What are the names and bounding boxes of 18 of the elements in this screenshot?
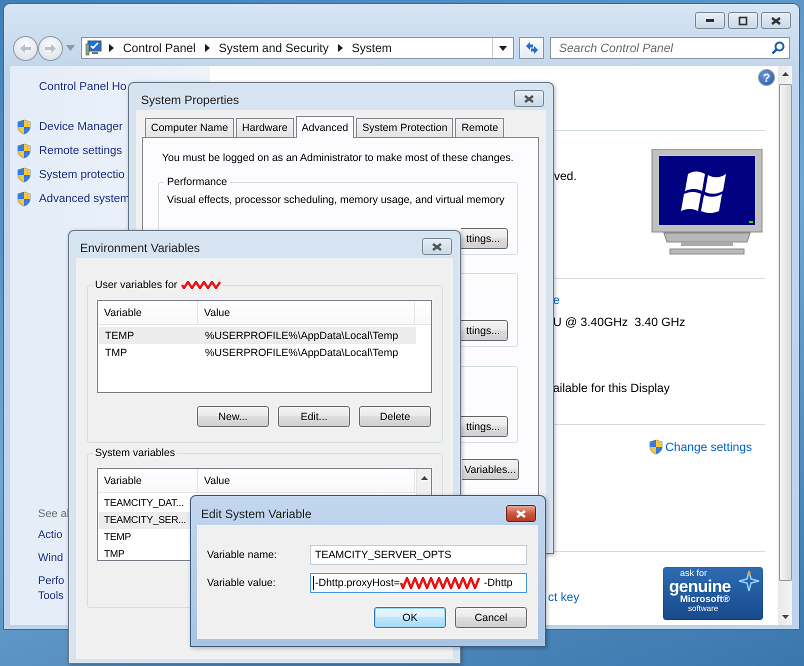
badge-text: ask for [680,569,708,578]
body-text: ved. [554,169,577,183]
body-text: ailable for this Display [553,381,670,395]
body-text: U @ 3.40GHz 3.40 GHz [553,315,686,329]
description-text: Visual effects, processor scheduling, memory usage, and virtual memory [167,194,505,206]
badge-text: software [688,604,718,612]
window-title: System Properties [141,93,240,107]
notice-text: You must be logged on as an Administrator to make most of these changes. [162,152,515,164]
window-title: Edit System Variable [201,507,312,521]
field-label: Variable value: [207,577,277,589]
field-text: -Dhttp [484,577,513,589]
badge-text: Microsoft® [680,595,730,604]
field-text: -Dhttp.proxyHost= [315,577,400,589]
field-label: Variable name: [207,549,278,561]
badge-text: genuine [669,578,731,595]
group-heading: User variables for [95,279,178,291]
group-heading: System variables [95,447,175,459]
window-title: Environment Variables [80,241,200,255]
